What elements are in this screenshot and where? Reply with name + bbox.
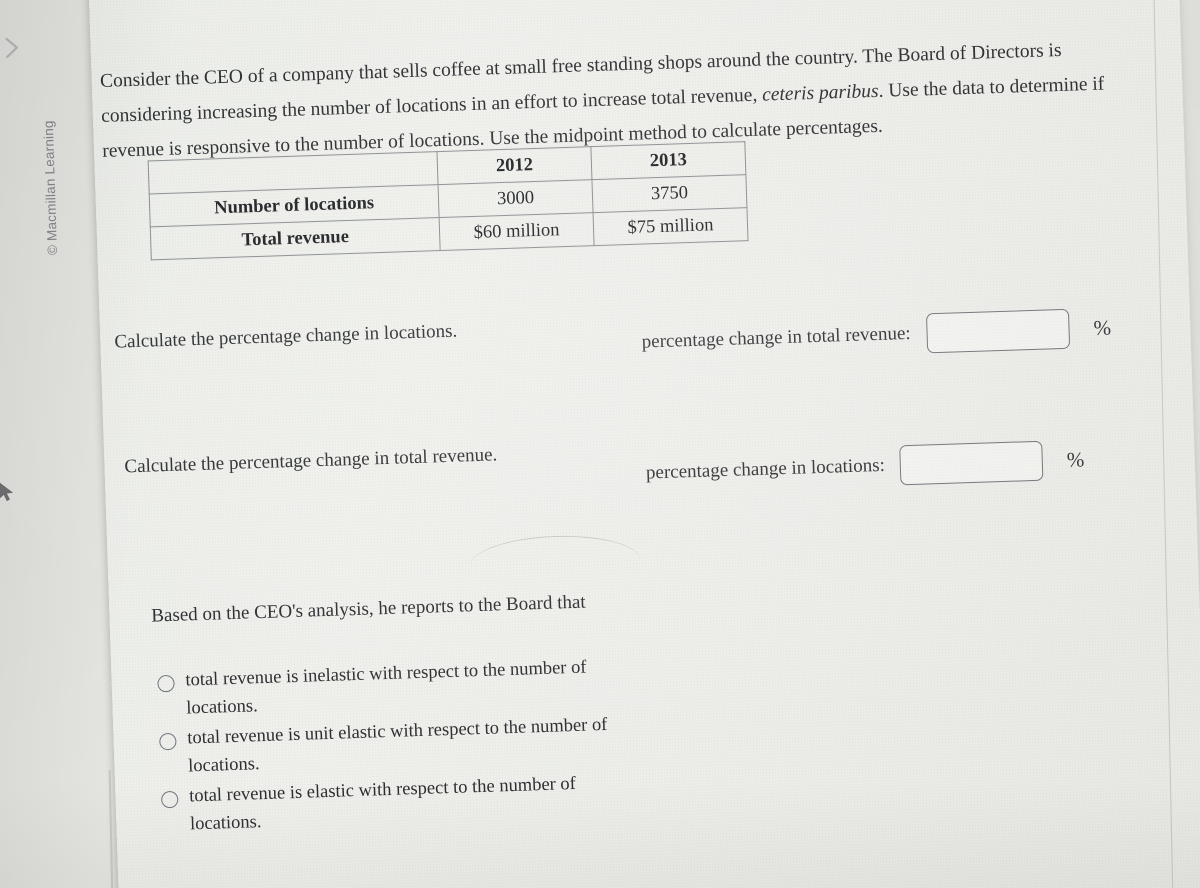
answer-label-total-revenue: percentage change in total revenue: — [641, 322, 911, 353]
choice-label-elastic: total revenue is elastic with respect to… — [188, 773, 577, 835]
data-table: 2012 2013 Number of locations 3000 3750 … — [148, 141, 749, 260]
radio-button-icon[interactable] — [160, 790, 179, 809]
table-cell-revenue-2013: $75 million — [593, 207, 749, 246]
photographed-worksheet: © Macmillan Learning Consider the CEO of… — [0, 0, 1200, 888]
table-col-header-2012: 2012 — [436, 146, 592, 185]
multiple-choice-stem: Based on the CEO's analysis, he reports … — [150, 591, 586, 627]
copyright-notice: © Macmillan Learning — [40, 120, 61, 256]
prompt-percentage-change-locations: Calculate the percentage change in locat… — [114, 320, 458, 353]
percent-sign-total-revenue: % — [1093, 314, 1112, 340]
percentage-change-locations-input[interactable] — [899, 440, 1044, 486]
chevron-right-icon[interactable] — [0, 32, 25, 63]
percentage-change-total-revenue-input[interactable] — [925, 308, 1071, 354]
radio-button-icon[interactable] — [159, 732, 177, 751]
answer-row-total-revenue: percentage change in total revenue: % — [641, 307, 1112, 362]
mouse-cursor-icon — [0, 481, 16, 504]
radio-button-icon[interactable] — [157, 674, 175, 693]
intro-italic-term: ceteris paribus — [761, 80, 879, 106]
worksheet-content: © Macmillan Learning Consider the CEO of… — [0, 0, 1200, 888]
answer-row-locations: percentage change in locations: % — [645, 439, 1085, 493]
multiple-choice-options: total revenue is inelastic with respect … — [157, 652, 632, 841]
percent-sign-locations: % — [1066, 446, 1085, 472]
table-cell-locations-2012: 3000 — [438, 179, 594, 218]
prompt-percentage-change-revenue: Calculate the percentage change in total… — [124, 444, 498, 478]
table-cell-locations-2013: 3750 — [591, 174, 747, 213]
table-col-header-2013: 2013 — [590, 141, 746, 180]
table-cell-revenue-2012: $60 million — [439, 212, 595, 251]
answer-label-locations: percentage change in locations: — [645, 454, 886, 484]
